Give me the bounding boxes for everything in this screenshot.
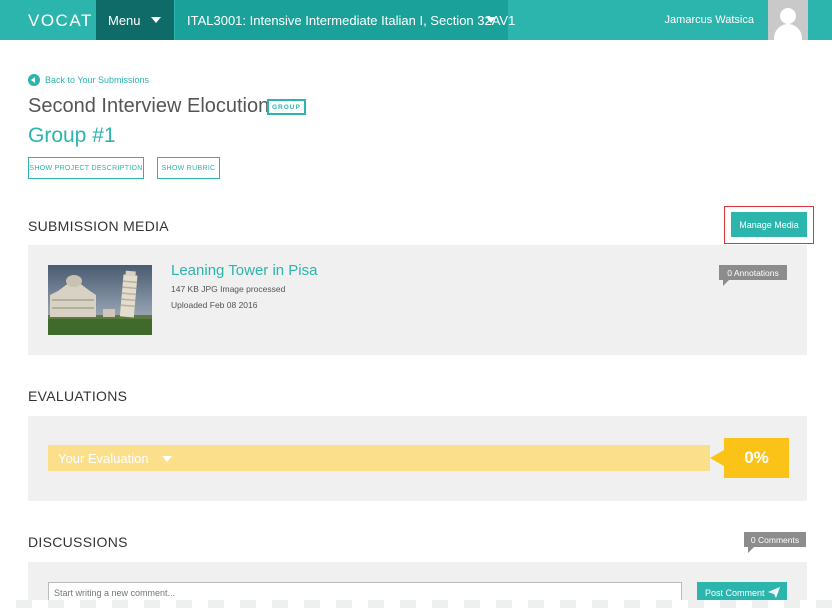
- paper-plane-icon: [768, 587, 780, 598]
- show-rubric-button[interactable]: SHOW RUBRIC: [157, 157, 220, 179]
- media-meta: 147 KB JPG Image processed: [171, 284, 286, 294]
- chevron-down-icon: [151, 17, 161, 23]
- chevron-down-icon: [486, 17, 496, 23]
- group-badge: GROUP: [267, 99, 306, 115]
- evaluations-heading: EVALUATIONS: [28, 388, 128, 404]
- back-to-submissions-link[interactable]: Back to Your Submissions: [28, 74, 149, 86]
- comments-count-badge[interactable]: 0 Comments: [744, 532, 806, 553]
- screenshot-cut-edge: [0, 600, 832, 608]
- arrow-left-circle-icon: [28, 74, 40, 86]
- your-evaluation-toggle[interactable]: Your Evaluation: [48, 445, 710, 471]
- user-name[interactable]: Jamarcus Watsica: [665, 14, 754, 26]
- evaluation-score: 0%: [710, 438, 789, 478]
- media-title-link[interactable]: Leaning Tower in Pisa: [171, 262, 317, 279]
- group-name: Group #1: [28, 124, 116, 147]
- your-evaluation-label: Your Evaluation: [58, 451, 149, 466]
- page-title: Second Interview Elocution: [28, 95, 270, 117]
- user-silhouette-body: [774, 24, 802, 40]
- manage-media-button[interactable]: Manage Media: [731, 212, 807, 237]
- submission-media-heading: SUBMISSION MEDIA: [28, 218, 169, 234]
- media-upload-date: Uploaded Feb 08 2016: [171, 300, 258, 310]
- pisa-photo-icon: [48, 265, 152, 335]
- avatar[interactable]: [768, 0, 808, 40]
- pisa-photo-thumbnail[interactable]: [48, 265, 152, 335]
- menu-button[interactable]: Menu: [96, 0, 174, 40]
- back-link-label: Back to Your Submissions: [45, 75, 150, 85]
- post-comment-label: Post Comment: [705, 588, 765, 598]
- course-label: ITAL3001: Intensive Intermediate Italian…: [187, 13, 516, 28]
- annotations-count-badge[interactable]: 0 Annotations: [719, 265, 787, 286]
- show-project-description-button[interactable]: SHOW PROJECT DESCRIPTION: [28, 157, 144, 179]
- vocat-logo[interactable]: VOCAT: [28, 11, 93, 31]
- discussions-heading: DISCUSSIONS: [28, 534, 128, 550]
- course-selector[interactable]: ITAL3001: Intensive Intermediate Italian…: [175, 0, 515, 40]
- menu-label: Menu: [108, 13, 141, 28]
- top-navigation-bar: VOCAT Menu ITAL3001: Intensive Intermedi…: [0, 0, 832, 40]
- chevron-down-icon: [162, 456, 172, 462]
- user-silhouette-icon: [780, 8, 796, 24]
